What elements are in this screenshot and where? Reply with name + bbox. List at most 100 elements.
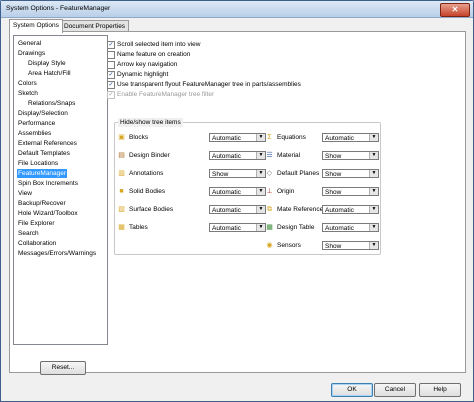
material-icon: ☰ bbox=[266, 152, 273, 159]
tree-item-assemblies[interactable]: Assemblies bbox=[17, 129, 52, 138]
tree-item-row-mate-references: ⧉ Mate References Automatic ▼ bbox=[266, 204, 379, 215]
chevron-down-icon: ▼ bbox=[256, 224, 265, 231]
option-label: Dynamic highlight bbox=[117, 71, 169, 78]
tree-item-drawings[interactable]: Drawings bbox=[17, 49, 46, 58]
row-label: Annotations bbox=[129, 170, 164, 177]
tree-item-colors[interactable]: Colors bbox=[17, 79, 38, 88]
tree-item-file-locations[interactable]: File Locations bbox=[17, 159, 59, 168]
tree-item-row-equations: Σ Equations Automatic ▼ bbox=[266, 132, 379, 143]
row-label: Origin bbox=[277, 188, 295, 195]
row-label: Solid Bodies bbox=[129, 188, 166, 195]
tree-item-general[interactable]: General bbox=[17, 39, 42, 48]
tree-item-backup-recover[interactable]: Backup/Recover bbox=[17, 199, 67, 208]
row-label: Blocks bbox=[129, 134, 149, 141]
chevron-down-icon: ▼ bbox=[256, 134, 265, 141]
chevron-down-icon: ▼ bbox=[369, 170, 378, 177]
chevron-down-icon: ▼ bbox=[256, 206, 265, 213]
tab-system-options[interactable]: System Options bbox=[9, 19, 63, 33]
select-value: Show bbox=[212, 171, 229, 178]
option-label: Arrow key navigation bbox=[117, 61, 178, 68]
blocks-icon: ▣ bbox=[118, 134, 125, 141]
surface-bodies-visibility-select[interactable]: Automatic ▼ bbox=[209, 205, 266, 214]
tree-item-default-templates[interactable]: Default Templates bbox=[17, 149, 71, 158]
design-binder-visibility-select[interactable]: Automatic ▼ bbox=[209, 151, 266, 160]
surface-bodies-icon: ▧ bbox=[118, 206, 125, 213]
row-label: Design Table bbox=[277, 224, 315, 231]
cancel-button[interactable]: Cancel bbox=[374, 383, 416, 397]
tree-item-row-solid-bodies: ■ Solid Bodies Automatic ▼ bbox=[118, 186, 266, 197]
tree-item-area-hatch-fill[interactable]: Area Hatch/Fill bbox=[27, 69, 72, 78]
row-label: Surface Bodies bbox=[129, 206, 174, 213]
row-label: Design Binder bbox=[129, 152, 170, 159]
tree-item-row-design-binder: ▤ Design Binder Automatic ▼ bbox=[118, 150, 266, 161]
select-value: Automatic bbox=[212, 189, 241, 196]
tree-item-sketch[interactable]: Sketch bbox=[17, 89, 39, 98]
select-value: Show bbox=[325, 189, 342, 196]
equations-visibility-select[interactable]: Automatic ▼ bbox=[322, 133, 379, 142]
hide-show-group: Hide/show tree items ▣ Blocks Automatic ▼… bbox=[114, 118, 381, 255]
mate-references-visibility-select[interactable]: Automatic ▼ bbox=[322, 205, 379, 214]
select-value: Automatic bbox=[325, 135, 354, 142]
tree-item-row-origin: ⊥ Origin Show ▼ bbox=[266, 186, 379, 197]
equations-icon: Σ bbox=[267, 134, 272, 141]
checkbox-unchecked[interactable] bbox=[107, 51, 115, 59]
option-label: Name feature on creation bbox=[117, 51, 191, 58]
tree-item-collaboration[interactable]: Collaboration bbox=[17, 239, 57, 248]
default-planes-visibility-select[interactable]: Show ▼ bbox=[322, 169, 379, 178]
system-options-window: System Options - FeatureManager ✕ System… bbox=[0, 0, 474, 402]
reset-button[interactable]: Reset... bbox=[40, 361, 86, 375]
solid-bodies-visibility-select[interactable]: Automatic ▼ bbox=[209, 187, 266, 196]
tables-visibility-select[interactable]: Automatic ▼ bbox=[209, 223, 266, 232]
origin-visibility-select[interactable]: Show ▼ bbox=[322, 187, 379, 196]
select-value: Automatic bbox=[212, 207, 241, 214]
tree-item-search[interactable]: Search bbox=[17, 229, 40, 238]
solid-bodies-icon: ■ bbox=[119, 188, 124, 195]
tree-item-row-blocks: ▣ Blocks Automatic ▼ bbox=[118, 132, 266, 143]
select-value: Automatic bbox=[212, 153, 241, 160]
row-label: Mate References bbox=[277, 206, 327, 213]
tree-item-hole-wizard-toolbox[interactable]: Hole Wizard/Toolbox bbox=[17, 209, 79, 218]
checkbox-checked[interactable]: ✓ bbox=[107, 71, 115, 79]
tree-item-row-design-table: ▦ Design Table Automatic ▼ bbox=[266, 222, 379, 233]
group-title: Hide/show tree items bbox=[118, 118, 183, 127]
select-value: Show bbox=[325, 243, 342, 250]
annotations-visibility-select[interactable]: Show ▼ bbox=[209, 169, 266, 178]
chevron-down-icon: ▼ bbox=[369, 206, 378, 213]
material-visibility-select[interactable]: Show ▼ bbox=[322, 151, 379, 160]
chevron-down-icon: ▼ bbox=[256, 152, 265, 159]
select-value: Automatic bbox=[325, 207, 354, 214]
ok-button[interactable]: OK bbox=[331, 383, 373, 397]
tree-item-external-references[interactable]: External References bbox=[17, 139, 78, 148]
chevron-down-icon: ▼ bbox=[256, 170, 265, 177]
option-label: Enable FeatureManager tree filter bbox=[117, 91, 215, 98]
tree-item-messages-errors-warnings[interactable]: Messages/Errors/Warnings bbox=[17, 249, 97, 258]
tree-item-row-material: ☰ Material Show ▼ bbox=[266, 150, 379, 161]
tables-icon: ▦ bbox=[118, 224, 125, 231]
tree-item-file-explorer[interactable]: File Explorer bbox=[17, 219, 55, 228]
checkbox-unchecked[interactable] bbox=[107, 61, 115, 69]
sensors-visibility-select[interactable]: Show ▼ bbox=[322, 241, 379, 250]
tree-item-spin-box-increments[interactable]: Spin Box Increments bbox=[17, 179, 79, 188]
sensors-icon: ◉ bbox=[266, 242, 273, 249]
checkbox-checked[interactable]: ✓ bbox=[107, 41, 115, 49]
chevron-down-icon: ▼ bbox=[369, 224, 378, 231]
help-button[interactable]: Help bbox=[419, 383, 461, 397]
tree-item-featuremanager[interactable]: FeatureManager bbox=[17, 169, 68, 178]
row-label: Default Planes bbox=[277, 170, 320, 177]
blocks-visibility-select[interactable]: Automatic ▼ bbox=[209, 133, 266, 142]
row-label: Sensors bbox=[277, 242, 301, 249]
option-label: Use transparent flyout FeatureManager tr… bbox=[117, 81, 301, 88]
tree-item-performance[interactable]: Performance bbox=[17, 119, 56, 128]
tree-item-view[interactable]: View bbox=[17, 189, 33, 198]
chevron-down-icon: ▼ bbox=[369, 242, 378, 249]
tree-item-display-selection[interactable]: Display/Selection bbox=[17, 109, 69, 118]
tree-item-display-style[interactable]: Display Style bbox=[27, 59, 67, 68]
title-bar: System Options - FeatureManager ✕ bbox=[1, 1, 473, 18]
close-icon: ✕ bbox=[451, 5, 459, 14]
checkbox-checked[interactable]: ✓ bbox=[107, 81, 115, 89]
tree-item-relations-snaps[interactable]: Relations/Snaps bbox=[27, 99, 76, 108]
select-value: Show bbox=[325, 153, 342, 160]
design-table-visibility-select[interactable]: Automatic ▼ bbox=[322, 223, 379, 232]
close-button[interactable]: ✕ bbox=[440, 3, 470, 17]
options-panel: General Drawings Display Style Area Hatc… bbox=[9, 31, 466, 375]
